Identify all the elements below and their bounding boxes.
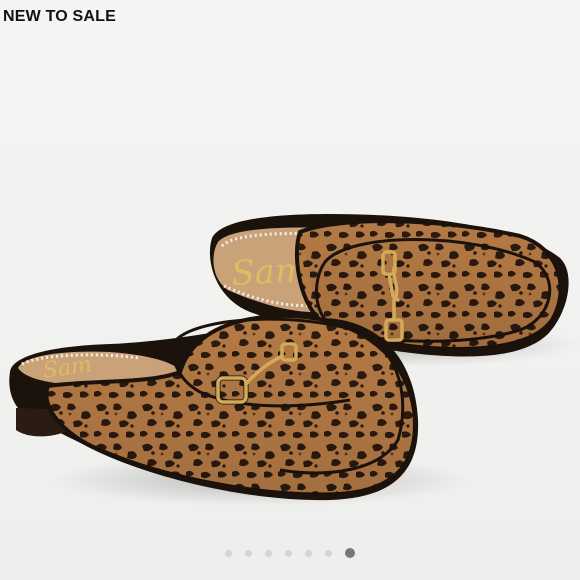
product-photo-svg: Sam Sam	[9, 214, 580, 506]
product-photo[interactable]: Sam Sam	[0, 0, 580, 580]
carousel-dot-5[interactable]	[305, 549, 312, 557]
new-to-sale-badge: NEW TO SALE	[3, 8, 117, 25]
carousel-dot-4[interactable]	[285, 549, 292, 557]
carousel-dot-1[interactable]	[225, 549, 232, 557]
product-image-viewer[interactable]: NEW TO SALE Sam Sam	[0, 0, 580, 580]
carousel-dot-2[interactable]	[245, 549, 252, 557]
carousel-pagination	[0, 546, 580, 560]
carousel-dot-7-active[interactable]	[345, 548, 355, 558]
carousel-dot-6[interactable]	[325, 549, 332, 557]
carousel-dot-3[interactable]	[265, 549, 272, 557]
